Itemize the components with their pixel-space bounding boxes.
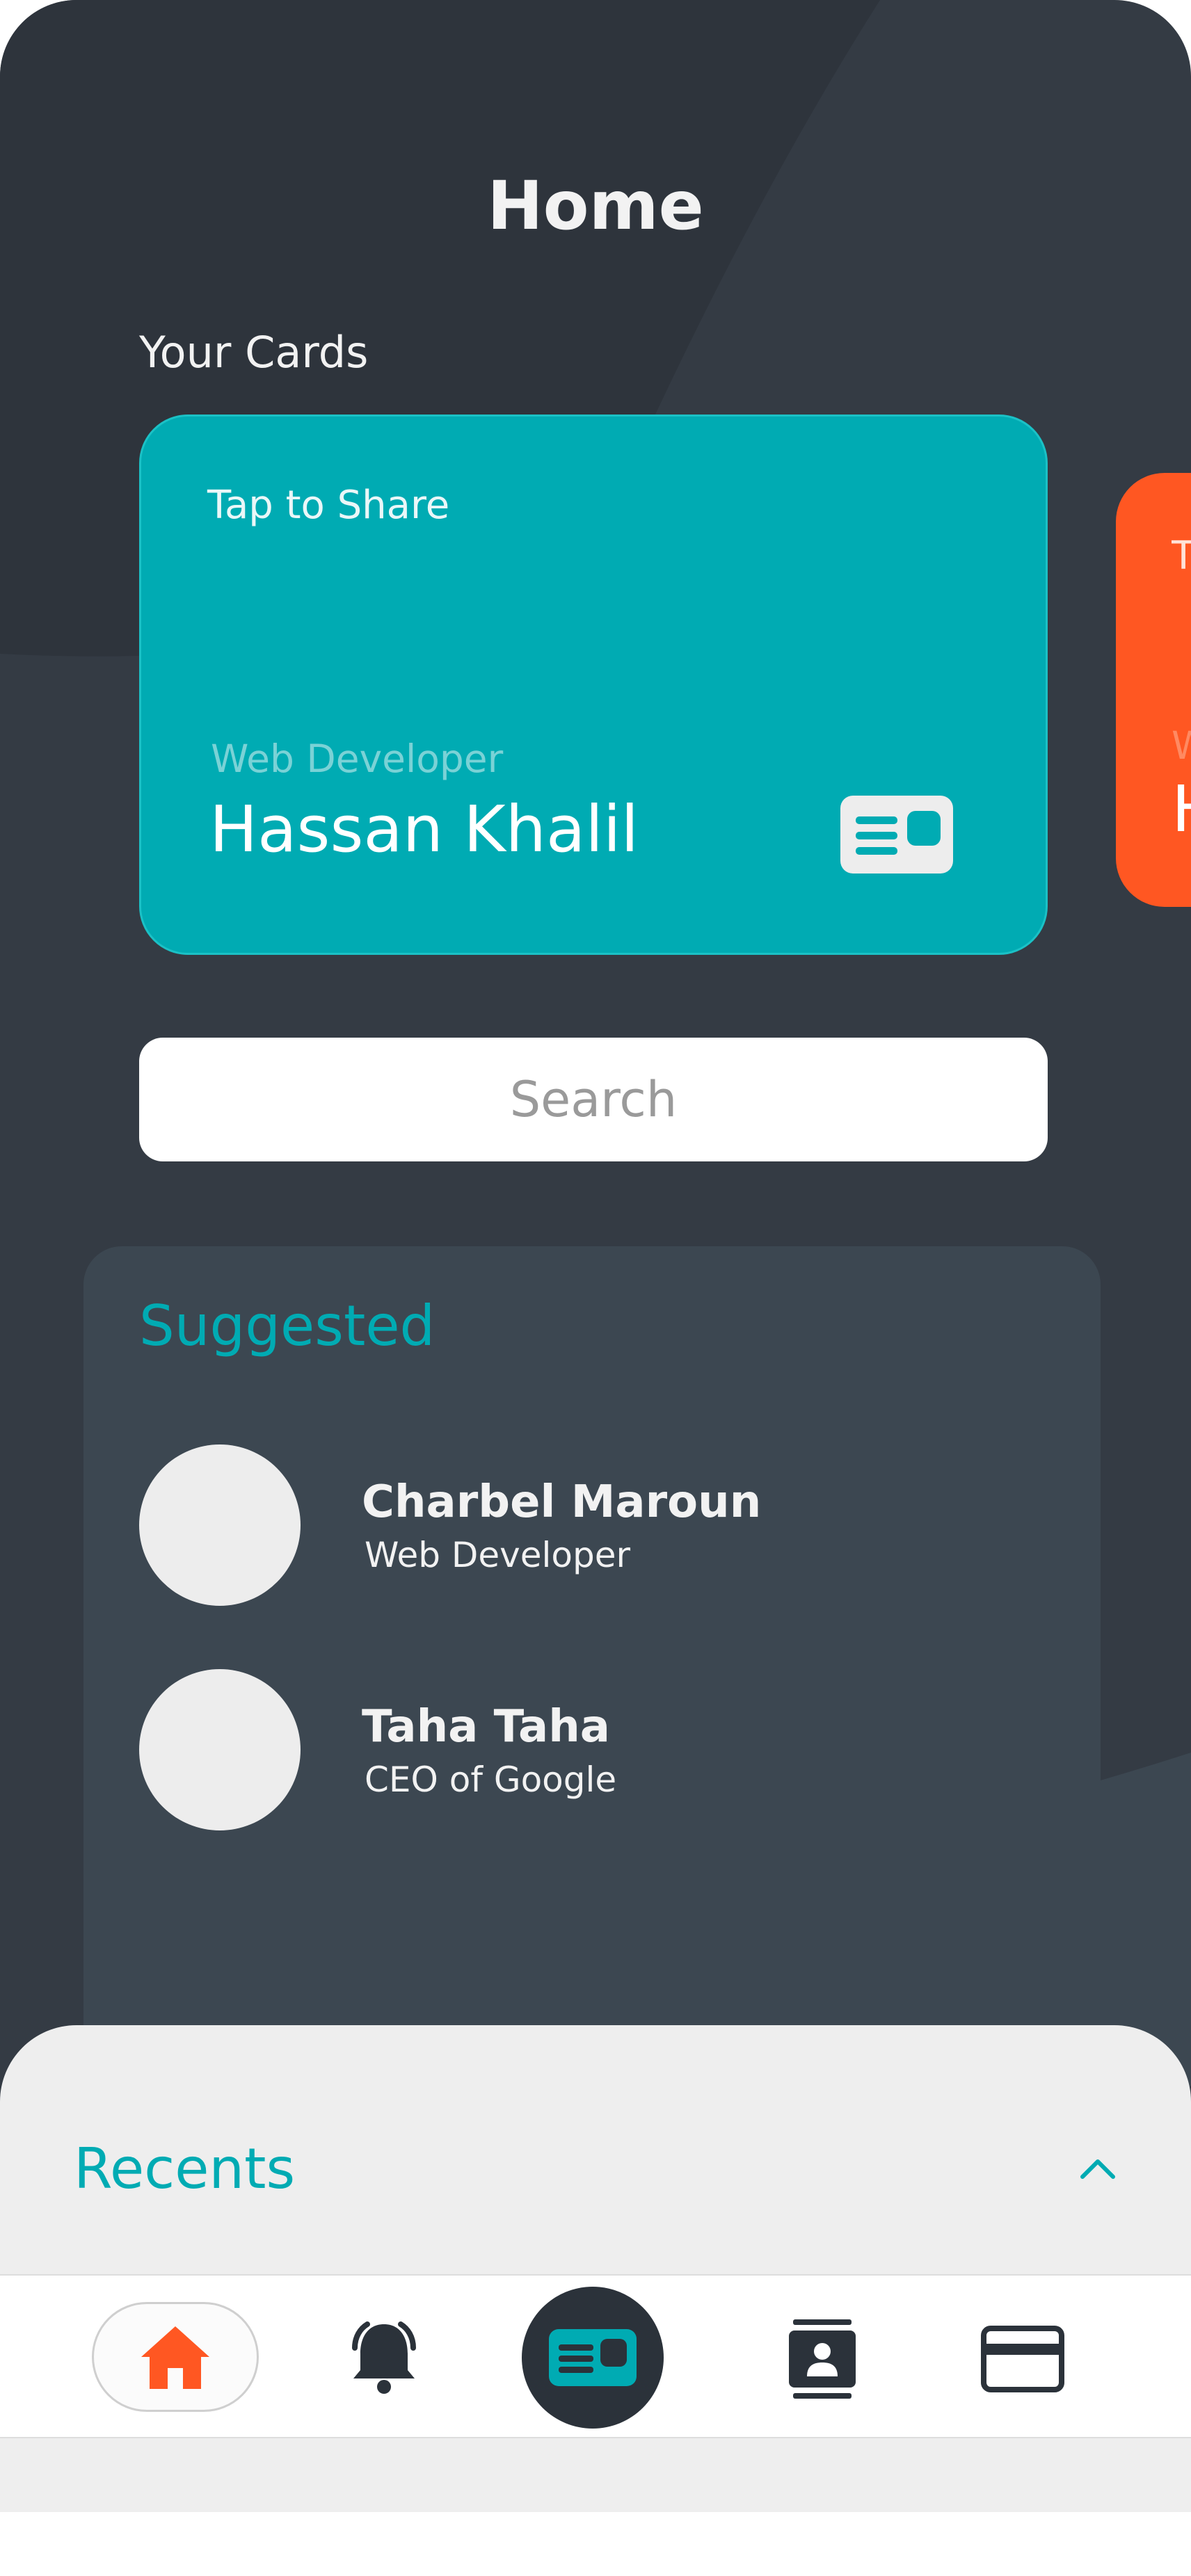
person-name: Charbel Maroun bbox=[362, 1476, 762, 1528]
nav-notifications-button[interactable] bbox=[342, 2316, 426, 2399]
business-card[interactable]: Tap to Share Web Developer Hassan Khalil bbox=[139, 414, 1048, 955]
nav-home-button[interactable] bbox=[92, 2302, 259, 2412]
tap-to-share-label: Tap to Share bbox=[207, 483, 450, 528]
nav-cards-button[interactable] bbox=[522, 2287, 664, 2429]
card-name: Hassan Khalil bbox=[209, 792, 639, 867]
business-card-secondary[interactable]: Tap to Share Web Developer Hassan Khalil bbox=[1116, 473, 1191, 907]
card-role: Web Developer bbox=[211, 736, 504, 781]
recents-sheet[interactable]: Recents bbox=[0, 2025, 1191, 2512]
person-name: Taha Taha bbox=[362, 1701, 610, 1753]
bell-icon bbox=[352, 2321, 416, 2394]
secondary-tap-label: Tap to Share bbox=[1172, 533, 1191, 579]
id-card-icon bbox=[840, 796, 953, 874]
avatar bbox=[139, 1669, 301, 1830]
suggested-person[interactable]: Taha Taha CEO of Google bbox=[139, 1669, 1044, 1830]
nav-wallet-button[interactable] bbox=[980, 2317, 1066, 2401]
credit-card-icon bbox=[981, 2326, 1064, 2392]
suggested-panel: Suggested Charbel Maroun Web Developer T… bbox=[83, 1246, 1101, 2081]
recents-title: Recents bbox=[74, 2136, 296, 2201]
bottom-navigation bbox=[0, 2274, 1191, 2438]
secondary-role: Web Developer bbox=[1172, 723, 1191, 768]
secondary-name: Hassan Khalil bbox=[1172, 772, 1191, 846]
person-role: Web Developer bbox=[365, 1535, 631, 1575]
suggested-person[interactable]: Charbel Maroun Web Developer bbox=[139, 1444, 1044, 1606]
nav-contacts-button[interactable] bbox=[781, 2317, 864, 2401]
home-icon bbox=[141, 2326, 209, 2389]
page-title: Home bbox=[487, 167, 704, 245]
chevron-up-icon[interactable] bbox=[1077, 2155, 1119, 2182]
your-cards-label: Your Cards bbox=[139, 327, 369, 378]
avatar bbox=[139, 1444, 301, 1606]
person-role: CEO of Google bbox=[365, 1760, 617, 1800]
suggested-title: Suggested bbox=[139, 1294, 435, 1358]
search-input[interactable]: Search bbox=[139, 1038, 1048, 1161]
card-icon bbox=[549, 2329, 637, 2386]
contacts-icon bbox=[789, 2319, 856, 2399]
